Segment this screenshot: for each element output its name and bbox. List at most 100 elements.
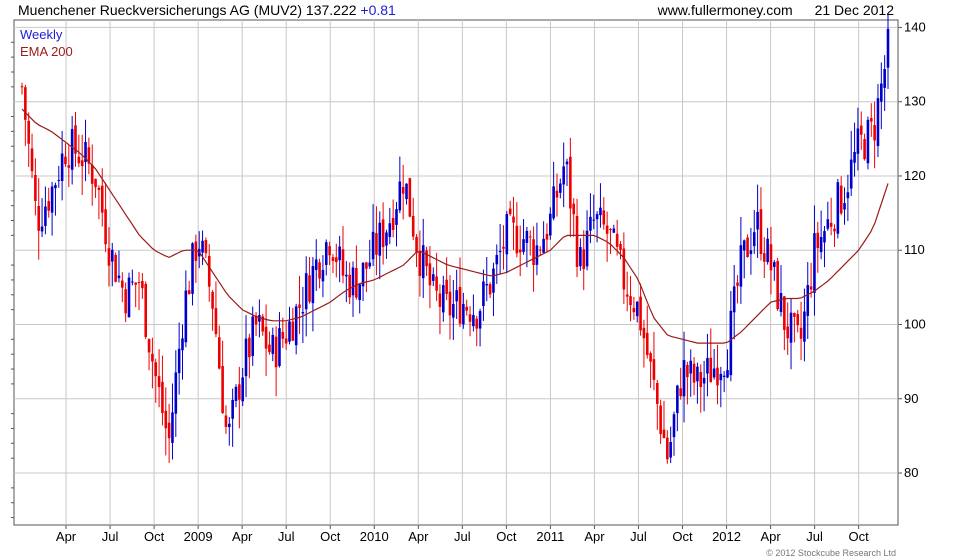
candle-body [304,273,308,310]
candle-body [816,232,820,249]
candle-body [589,216,592,231]
candle-body [696,366,699,382]
x-axis: Apr Jul Oct 2009 Apr Jul Oct 2010 Apr Jul Oct 2011 A… [56,525,869,544]
x-tick-label: Jul [806,529,823,544]
candle-body [716,367,719,386]
candle-body [90,164,94,184]
candle-body [615,233,619,247]
candle-body [341,249,345,276]
candle-body [154,362,158,377]
x-tick-label: 2012 [712,529,741,544]
candle-body [605,225,609,234]
candle-body [241,377,244,402]
legend-weekly: Weekly [20,27,63,42]
candle-body [829,222,833,227]
x-tick-label: Apr [408,529,429,544]
candle-body [562,166,565,185]
candle-body [64,156,67,165]
candle-body [137,282,141,284]
candle-body [445,279,448,294]
candle-body [141,280,144,289]
candle-body [131,281,134,283]
candle-body [358,284,362,301]
candle-body [67,165,71,168]
candle-body [552,186,555,219]
candle-body [515,225,519,254]
candle-body [50,186,54,213]
candle-body [284,338,288,344]
candle-body [883,69,886,88]
candle-body [706,357,709,374]
candle-body [34,174,37,201]
candle-body [843,203,846,210]
y-tick-label: 90 [904,391,918,406]
candle-body [20,86,24,88]
candle-body [803,311,806,342]
candle-body [264,326,268,349]
candle-body [204,240,208,254]
candle-body [441,285,445,313]
candle-body [756,211,759,230]
candle-body [819,237,823,253]
candle-body [535,245,539,265]
x-tick-label: Oct [320,529,341,544]
y-tick-label: 100 [904,316,926,331]
candle-body [612,228,616,233]
y-tick-label: 140 [904,19,926,34]
candle-body [40,226,44,232]
candle-body [532,239,535,265]
candle-body [642,327,646,339]
candle-body [124,289,127,314]
candle-body [27,120,30,144]
candle-body [742,240,746,251]
candle-body [57,179,61,181]
candle-body [177,348,181,374]
candle-body [271,334,275,354]
candle-body [54,185,57,189]
candle-body [134,282,137,285]
x-tick-label: Jul [454,529,471,544]
candle-body [244,338,248,377]
candle-body [60,153,64,182]
candle-body [314,259,318,270]
candle-body [201,240,204,253]
candle-body [121,280,124,288]
candle-body [391,217,395,230]
candle-body [37,205,41,231]
candle-body [184,290,188,343]
candle-body [452,304,455,318]
candle-body [455,290,458,302]
candle-body [849,159,853,189]
candle-body [886,28,890,68]
candle-body [645,332,649,356]
candle-body [856,128,860,154]
candle-body [395,209,398,225]
candle-body [863,139,866,160]
candle-body [405,183,408,200]
candle-body [468,314,472,322]
candle-body [722,375,726,377]
x-tick-label: 2011 [536,529,564,544]
candle-body [114,254,117,282]
candle-body [324,242,328,265]
y-tick-label: 80 [904,465,918,480]
candle-body [231,399,234,419]
candle-body [110,249,114,262]
candle-body [572,203,575,215]
x-tick-label: 2010 [360,529,389,544]
candle-body [786,326,789,339]
candle-body [666,437,669,460]
x-tick-label: Oct [144,529,165,544]
candle-body [301,312,305,314]
candle-body [328,246,331,256]
candle-body [736,282,739,286]
candle-body [732,286,736,313]
candle-body [294,306,298,346]
candle-body [502,246,505,249]
candle-body [826,219,830,229]
candle-body [676,385,679,414]
candle-body [207,255,211,287]
x-tick-label: Jul [102,529,119,544]
candle-body [639,296,642,331]
candle-body [157,376,161,388]
